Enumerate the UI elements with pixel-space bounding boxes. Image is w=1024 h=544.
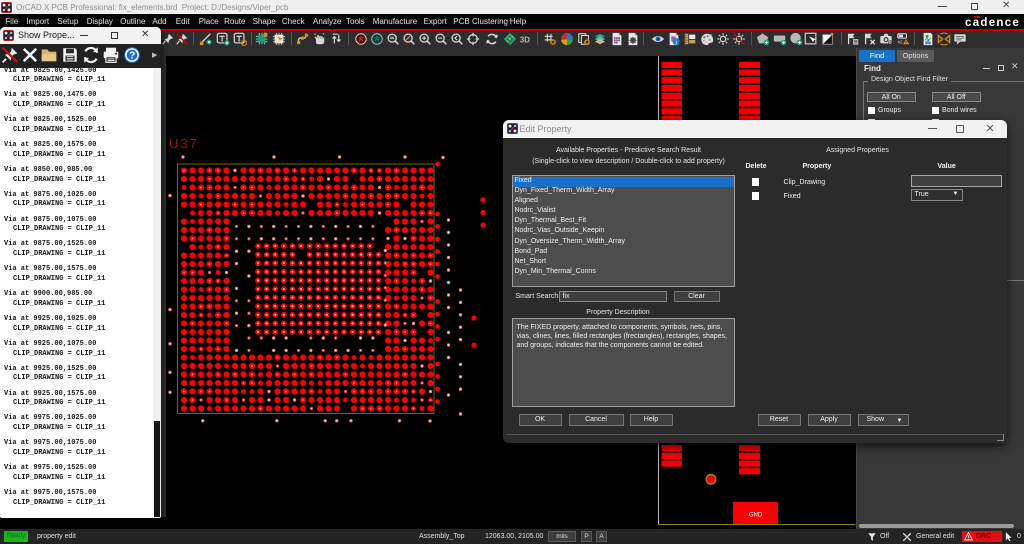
svg-text:GND: GND (749, 513, 763, 519)
svg-text:3D: 3D (519, 35, 529, 44)
svg-text:i: i (675, 38, 677, 46)
svg-text:U37: U37 (169, 136, 199, 151)
svg-text:#2: #2 (897, 39, 902, 44)
svg-text:?: ? (129, 51, 135, 62)
